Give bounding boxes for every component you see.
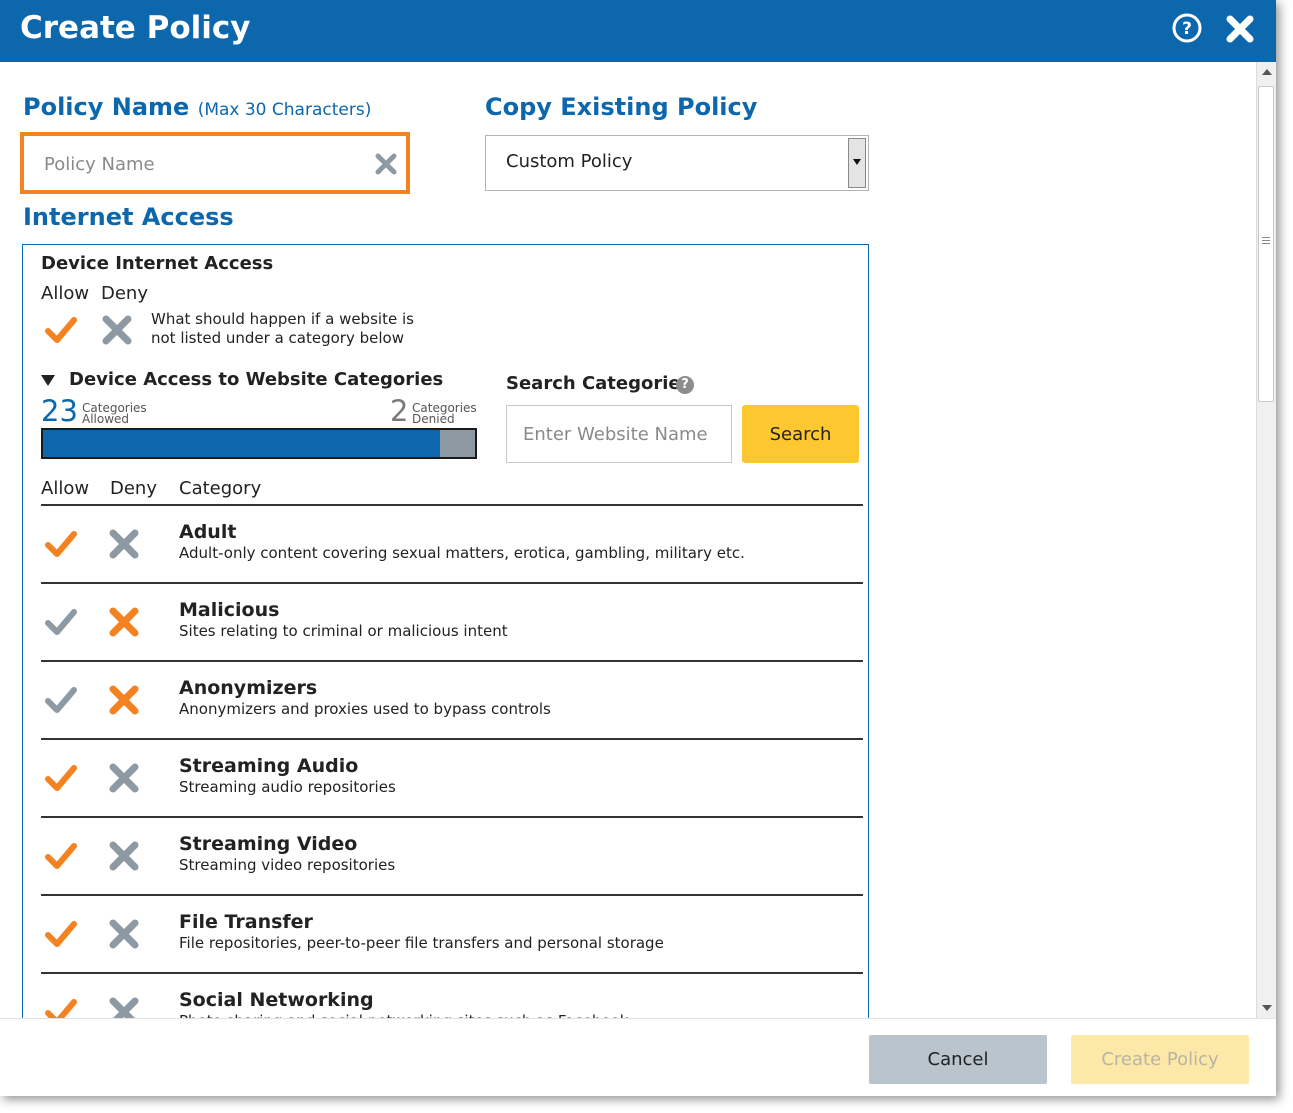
search-categories-title: Search Categories <box>506 373 692 394</box>
category-description: Adult-only content covering sexual matte… <box>179 544 745 562</box>
device-access-description-line1: What should happen if a website is <box>151 310 414 328</box>
table-row: Social NetworkingPhoto sharing and socia… <box>23 974 868 1018</box>
website-search-input[interactable] <box>506 405 732 463</box>
help-circle-icon[interactable]: ? <box>1172 13 1202 43</box>
cancel-button[interactable]: Cancel <box>869 1035 1047 1084</box>
category-name: Streaming Video <box>179 833 358 855</box>
category-name: Social Networking <box>179 989 374 1011</box>
create-policy-button[interactable]: Create Policy <box>1071 1035 1249 1084</box>
deny-x-icon[interactable] <box>107 761 141 795</box>
category-description: Anonymizers and proxies used to bypass c… <box>179 700 551 718</box>
dialog-content: Policy Name (Max 30 Characters) Copy Exi… <box>0 62 1256 1018</box>
table-row: Streaming Audio Streaming audio repositor… <box>23 740 868 818</box>
device-internet-access-title: Device Internet Access <box>41 253 274 274</box>
copy-policy-select[interactable]: Custom Policy <box>485 135 869 191</box>
collapse-triangle-icon[interactable] <box>41 375 55 386</box>
deny-x-icon[interactable] <box>107 839 141 873</box>
website-categories-title[interactable]: Device Access to Website Categories <box>69 369 443 390</box>
scroll-up-arrow-icon[interactable] <box>1262 69 1272 75</box>
category-name: File Transfer <box>179 911 313 933</box>
allowed-label-line2: Allowed <box>82 412 130 426</box>
denied-count: 2 <box>390 394 409 428</box>
dialog-footer: Cancel Create Policy <box>0 1018 1276 1096</box>
checkmark-icon[interactable] <box>44 761 78 795</box>
category-description: File repositories, peer-to-peer file tra… <box>179 934 664 952</box>
deny-x-icon[interactable] <box>107 995 141 1018</box>
denied-count-label: Categories Denied <box>412 402 477 426</box>
table-row: File Transfer File repositories, peer-to-… <box>23 896 868 974</box>
dropdown-toggle[interactable] <box>848 138 866 188</box>
deny-x-icon[interactable] <box>107 683 141 717</box>
category-name: Malicious <box>179 599 280 621</box>
category-description: Streaming audio repositories <box>179 778 396 796</box>
checkmark-icon[interactable] <box>44 313 78 347</box>
grip-line <box>1262 237 1270 238</box>
category-description: Sites relating to criminal or malicious … <box>179 622 508 640</box>
category-name: Anonymizers <box>179 677 318 699</box>
search-button[interactable]: Search <box>742 405 859 463</box>
deny-x-icon[interactable] <box>107 527 141 561</box>
copy-policy-selected-value: Custom Policy <box>506 151 633 172</box>
deny-x-icon[interactable] <box>100 313 134 347</box>
table-header-allow: Allow <box>41 478 90 499</box>
allowed-count: 23 <box>41 394 78 428</box>
denied-label-line2: Denied <box>412 412 455 426</box>
grip-line <box>1262 243 1270 244</box>
device-access-description: What should happen if a website is not l… <box>151 310 414 348</box>
allowed-ratio-fill <box>43 430 441 457</box>
allowed-count-label: Categories Allowed <box>82 402 147 426</box>
copy-policy-heading: Copy Existing Policy <box>485 93 758 121</box>
clear-x-icon[interactable] <box>374 152 398 176</box>
table-header-category: Category <box>179 478 262 499</box>
checkmark-icon[interactable] <box>44 683 78 717</box>
table-header-deny: Deny <box>110 478 157 499</box>
question-mark-icon[interactable]: ? <box>676 376 694 394</box>
device-deny-label: Deny <box>101 283 148 304</box>
internet-access-heading: Internet Access <box>23 203 234 231</box>
checkmark-icon[interactable] <box>44 917 78 951</box>
internet-access-panel: Device Internet Access Allow Deny What s… <box>22 244 869 1018</box>
create-policy-dialog: Create Policy ? Policy Name (Max 30 Char… <box>0 0 1276 1096</box>
scrollbar-thumb[interactable] <box>1258 86 1274 402</box>
device-allow-label: Allow <box>41 283 90 304</box>
deny-x-icon[interactable] <box>107 917 141 951</box>
allowed-ratio-bar <box>41 428 477 459</box>
checkmark-icon[interactable] <box>44 839 78 873</box>
policy-name-hint: (Max 30 Characters) <box>197 100 372 120</box>
checkmark-icon[interactable] <box>44 995 78 1018</box>
policy-name-input[interactable] <box>42 148 366 180</box>
table-row: Anonymizers Anonymizers and proxies used … <box>23 662 868 740</box>
dialog-title: Create Policy <box>20 10 251 46</box>
policy-name-heading: Policy Name (Max 30 Characters) <box>23 93 372 121</box>
table-row: Malicious Sites relating to criminal or m… <box>23 584 868 662</box>
checkmark-icon[interactable] <box>44 605 78 639</box>
category-name: Adult <box>179 521 237 543</box>
dialog-titlebar: Create Policy ? <box>0 0 1276 62</box>
policy-name-field-highlight <box>20 132 410 194</box>
device-access-description-line2: not listed under a category below <box>151 329 404 347</box>
vertical-scrollbar[interactable] <box>1256 62 1276 1018</box>
scroll-down-arrow-icon[interactable] <box>1262 1005 1272 1011</box>
policy-name-field <box>30 142 400 184</box>
svg-text:?: ? <box>1182 19 1192 39</box>
checkmark-icon[interactable] <box>44 527 78 561</box>
table-row: Adult Adult-only content covering sexual … <box>23 506 868 584</box>
category-description: Streaming video repositories <box>179 856 396 874</box>
deny-x-icon[interactable] <box>107 605 141 639</box>
table-row: Streaming Video Streaming video repositor… <box>23 818 868 896</box>
grip-line <box>1262 240 1270 241</box>
close-x-icon[interactable] <box>1224 13 1256 45</box>
chevron-down-icon <box>853 159 861 165</box>
category-name: Streaming Audio <box>179 755 359 777</box>
